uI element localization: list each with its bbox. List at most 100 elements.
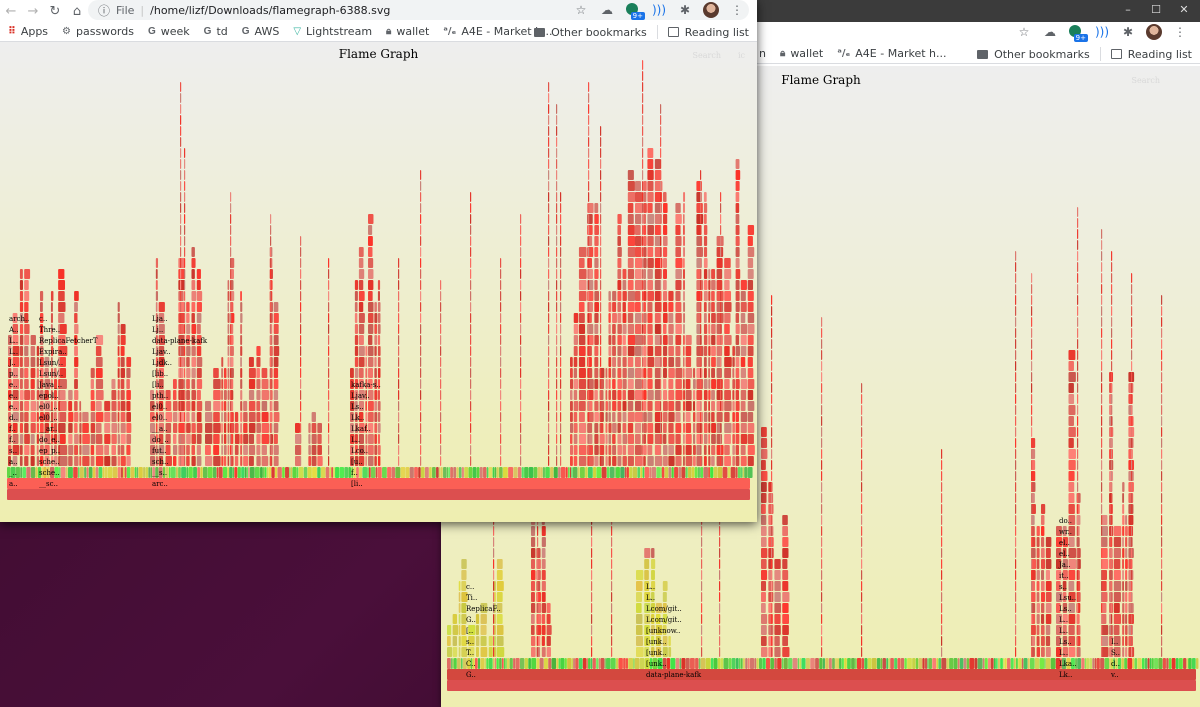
flame-frame[interactable] bbox=[270, 423, 272, 433]
flame-frame[interactable] bbox=[606, 658, 611, 669]
flame-frame[interactable] bbox=[941, 647, 943, 657]
flame-frame[interactable] bbox=[560, 412, 562, 422]
flame-frame[interactable] bbox=[949, 658, 954, 669]
flame-frame[interactable] bbox=[1068, 625, 1075, 635]
flame-frame[interactable] bbox=[1161, 306, 1163, 316]
flame-frame[interactable] bbox=[570, 434, 573, 444]
flame-frame[interactable] bbox=[617, 247, 622, 257]
flame-frame[interactable] bbox=[651, 570, 655, 580]
flame-frame[interactable] bbox=[172, 379, 177, 389]
flame-frame[interactable] bbox=[248, 401, 256, 411]
flame-frame[interactable] bbox=[223, 445, 227, 455]
flame-frame[interactable] bbox=[701, 526, 703, 536]
flame-frame[interactable] bbox=[594, 324, 599, 334]
flame-frame[interactable] bbox=[1068, 471, 1075, 481]
flame-frame[interactable] bbox=[1015, 350, 1017, 360]
flame-frame[interactable] bbox=[821, 383, 823, 393]
flame-frame[interactable] bbox=[548, 159, 550, 169]
flame-frame[interactable] bbox=[180, 357, 182, 367]
flame-frame[interactable] bbox=[647, 236, 654, 246]
flame-frame[interactable] bbox=[290, 467, 293, 478]
flame-frame[interactable] bbox=[556, 115, 558, 125]
flame-frame[interactable] bbox=[1124, 658, 1128, 669]
flame-frame[interactable] bbox=[172, 390, 177, 400]
flame-frame[interactable] bbox=[1195, 658, 1199, 669]
flame-frame[interactable] bbox=[1125, 614, 1128, 624]
flame-frame[interactable] bbox=[570, 368, 573, 378]
flame-frame[interactable] bbox=[382, 467, 387, 478]
flame-frame[interactable] bbox=[651, 467, 657, 478]
flame-frame[interactable] bbox=[120, 368, 125, 378]
flame-frame[interactable] bbox=[1161, 350, 1163, 360]
flame-frame[interactable] bbox=[700, 313, 702, 323]
flame-frame[interactable] bbox=[308, 434, 311, 444]
flame-frame[interactable] bbox=[191, 401, 196, 411]
flame-frame[interactable] bbox=[227, 467, 229, 478]
flame-frame[interactable] bbox=[1031, 438, 1033, 448]
flame-frame[interactable] bbox=[647, 225, 654, 235]
flame-frame[interactable] bbox=[663, 412, 668, 422]
flame-frame[interactable] bbox=[578, 658, 583, 669]
flame-frame[interactable] bbox=[74, 434, 79, 444]
flame-frame[interactable] bbox=[735, 214, 740, 224]
flame-frame[interactable] bbox=[600, 126, 602, 136]
flame-frame[interactable] bbox=[974, 658, 978, 669]
flame-frame[interactable] bbox=[240, 313, 243, 323]
flame-frame[interactable] bbox=[660, 401, 662, 411]
flame-frame[interactable] bbox=[333, 467, 335, 478]
flame-frame[interactable] bbox=[660, 390, 662, 400]
flame-frame[interactable] bbox=[635, 346, 642, 356]
flame-frame[interactable] bbox=[1161, 383, 1163, 393]
flame-frame[interactable] bbox=[227, 280, 230, 290]
flame-frame[interactable] bbox=[98, 467, 103, 478]
flame-frame[interactable] bbox=[1015, 449, 1017, 459]
flame-frame[interactable] bbox=[548, 412, 550, 422]
flame-frame[interactable] bbox=[1068, 647, 1076, 657]
flame-frame[interactable] bbox=[635, 423, 642, 433]
flame-frame[interactable] bbox=[230, 192, 232, 202]
flame-frame[interactable] bbox=[696, 379, 704, 389]
flame-frame[interactable] bbox=[308, 445, 311, 455]
flame-frame[interactable] bbox=[1031, 350, 1033, 360]
flame-frame[interactable] bbox=[188, 467, 193, 478]
flame-frame[interactable] bbox=[556, 423, 558, 433]
flame-frame[interactable] bbox=[531, 581, 536, 591]
flame-frame[interactable] bbox=[436, 467, 439, 478]
flame-frame[interactable] bbox=[328, 269, 330, 279]
flame-frame[interactable] bbox=[184, 346, 186, 356]
flame-frame[interactable] bbox=[387, 467, 392, 478]
cloud-icon[interactable]: ☁ bbox=[1042, 24, 1058, 40]
flame-frame[interactable] bbox=[617, 423, 621, 433]
flame-frame[interactable] bbox=[977, 658, 983, 669]
flame-frame[interactable] bbox=[622, 313, 627, 323]
flame-frame[interactable] bbox=[821, 548, 823, 558]
flame-frame[interactable] bbox=[578, 346, 586, 356]
flame-frame[interactable] bbox=[1045, 647, 1051, 657]
flame-frame[interactable] bbox=[300, 401, 302, 411]
flame-frame[interactable] bbox=[801, 658, 806, 669]
flame-frame[interactable] bbox=[594, 423, 599, 433]
flame-frame[interactable] bbox=[941, 548, 943, 558]
flame-frame[interactable] bbox=[675, 456, 682, 466]
flame-frame[interactable] bbox=[1149, 658, 1152, 669]
flame-frame[interactable] bbox=[821, 339, 823, 349]
flame-frame[interactable] bbox=[218, 467, 223, 478]
flame-frame[interactable] bbox=[398, 258, 400, 268]
flame-frame[interactable] bbox=[587, 434, 593, 444]
flame-frame[interactable] bbox=[213, 401, 221, 411]
flame-frame[interactable] bbox=[647, 214, 655, 224]
flame-frame[interactable] bbox=[90, 368, 95, 378]
flame-frame[interactable] bbox=[1161, 427, 1163, 437]
flame-frame[interactable] bbox=[771, 438, 773, 448]
flame-frame[interactable] bbox=[1161, 614, 1163, 624]
flame-frame[interactable] bbox=[362, 467, 368, 478]
flame-frame[interactable] bbox=[635, 313, 642, 323]
flame-frame[interactable] bbox=[668, 291, 674, 301]
flame-frame[interactable] bbox=[573, 423, 578, 433]
flame-frame[interactable] bbox=[496, 581, 504, 591]
flame-frame[interactable] bbox=[1077, 229, 1079, 239]
flame-frame[interactable] bbox=[496, 592, 503, 602]
flame-frame[interactable] bbox=[708, 434, 711, 444]
flame-frame[interactable] bbox=[230, 302, 232, 312]
flame-frame[interactable] bbox=[328, 412, 330, 422]
